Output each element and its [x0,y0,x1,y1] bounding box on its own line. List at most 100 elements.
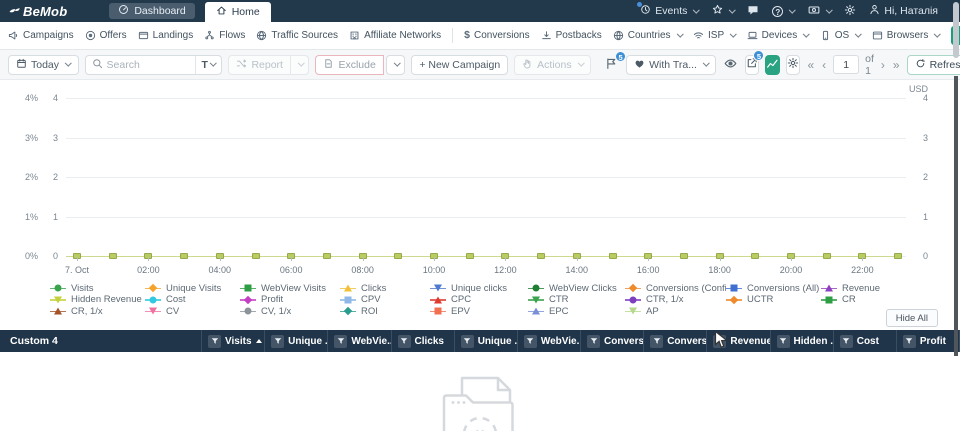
legend-marker [528,295,544,304]
table-settings-button[interactable] [786,55,800,75]
page-input[interactable] [833,55,859,74]
legend-item-ctr[interactable]: CTR [528,295,625,306]
legend-item-conversions-all[interactable]: Conversions (All) [726,283,821,294]
favorites-menu[interactable] [712,4,735,18]
legend-item-webview-clicks[interactable]: WebView Clicks [528,283,625,294]
nav-item-isp[interactable]: ISP [693,30,736,41]
filter-icon[interactable] [587,335,600,348]
prev-page-button[interactable]: ‹ [821,59,827,71]
nav-item-os[interactable]: OS [820,30,861,41]
nav-item-traffic-sources[interactable]: Traffic Sources [256,30,338,41]
filter-icon[interactable] [903,335,916,348]
search-type-dropdown[interactable]: T [195,56,222,74]
legend-item-cv-1-x[interactable]: CV, 1/x [240,306,340,317]
columns-preset-dropdown[interactable]: With Tra... [626,55,716,75]
nav-item-affiliate-networks[interactable]: Affiliate Networks [349,30,441,41]
first-page-button[interactable]: « [806,59,815,71]
nav-item-flows[interactable]: Flows [204,30,245,41]
legend-item-cpc[interactable]: CPC [430,295,528,306]
nav-item-campaigns[interactable]: Campaigns [8,30,74,41]
filter-icon[interactable] [524,335,537,348]
nav-item-countries[interactable]: Countries [613,30,682,41]
legend-item-conversions-confirmed[interactable]: Conversions (Confirmed) [625,283,726,294]
tab-home[interactable]: Home [205,2,271,22]
legend-item-ctr-1-x[interactable]: CTR, 1/x [625,295,726,306]
user-menu[interactable]: Hi, Наталія [869,4,938,18]
nav-item-landings[interactable]: Landings [138,30,194,41]
new-campaign-button[interactable]: + New Campaign [411,55,508,75]
filter-icon[interactable] [840,335,853,348]
table-group-header[interactable]: Custom 4 [0,330,202,352]
column-header-visits-0[interactable]: Visits [202,330,265,352]
legend-item-uctr[interactable]: UCTR [726,295,821,306]
column-header-unique-4[interactable]: Unique ... [455,330,518,352]
column-header-convers-7[interactable]: Convers... [644,330,707,352]
legend-item-ap[interactable]: AP [625,306,726,317]
last-page-button[interactable]: » [892,59,901,71]
tab-dashboard[interactable]: Dashboard [109,3,194,19]
share-button[interactable]: 5 [745,55,759,75]
date-range-button[interactable]: Today [8,55,79,75]
next-page-button[interactable]: › [880,59,886,71]
column-header-unique-1[interactable]: Unique ... [265,330,328,352]
actions-button[interactable]: Actions [514,55,591,75]
nav-item-browsers[interactable]: Browsers [872,30,940,41]
legend-item-clicks[interactable]: Clicks [340,283,430,294]
hide-all-button[interactable]: Hide All [886,309,938,327]
filter-icon[interactable] [398,335,411,348]
legend-item-profit[interactable]: Profit [240,295,340,306]
x-axis-label: 22:00 [840,265,884,275]
series-marker [109,253,117,259]
refresh-button[interactable]: Refresh [907,55,960,75]
column-header-webvie-2[interactable]: WebVie... [328,330,391,352]
filter-icon[interactable] [461,335,474,348]
billing-menu[interactable] [808,4,832,19]
left-axis-percent-label: 3% [8,133,38,143]
column-header-cost-10[interactable]: Cost [834,330,897,352]
legend-item-cv[interactable]: CV [145,306,240,317]
legend-item-unique-visits[interactable]: Unique Visits [145,283,240,294]
search-input[interactable] [103,59,195,71]
postbacks-icon [541,30,552,41]
legend-item-cpv[interactable]: CPV [340,295,430,306]
filter-icon[interactable] [334,335,347,348]
legend-marker [821,284,837,293]
filter-icon[interactable] [650,335,663,348]
exclude-dropdown[interactable] [386,55,406,75]
help-menu[interactable]: ? [772,6,795,17]
chart-toggle-button[interactable] [765,55,780,75]
legend-item-epv[interactable]: EPV [430,306,528,317]
scrollbar-thumb[interactable] [953,2,959,58]
legend-item-webview-visits[interactable]: WebView Visits [240,283,340,294]
column-header-profit-11[interactable]: Profit [897,330,960,352]
filter-icon[interactable] [777,335,790,348]
chat-button[interactable] [747,4,759,19]
legend-item-visits[interactable]: Visits [50,283,145,294]
column-header-webvie-5[interactable]: WebVie... [518,330,581,352]
nav-item-offers[interactable]: Offers [85,30,127,41]
nav-item-postbacks[interactable]: Postbacks [541,30,602,41]
report-button[interactable]: Report [228,55,291,75]
column-header-hidden-9[interactable]: Hidden ... [771,330,834,352]
column-header-convers-6[interactable]: Convers... [581,330,644,352]
flag-filter-button[interactable]: 5 [603,57,620,73]
legend-item-roi[interactable]: ROI [340,306,430,317]
exclude-button[interactable]: Exclude [315,55,383,75]
filter-icon[interactable] [271,335,284,348]
settings-button[interactable] [844,4,856,19]
nav-item-devices[interactable]: Devices [747,30,809,41]
events-menu[interactable]: Events [640,4,699,18]
column-header-clicks-3[interactable]: Clicks [392,330,455,352]
report-dropdown[interactable] [291,55,310,75]
legend-item-epc[interactable]: EPC [528,306,625,317]
visibility-button[interactable] [722,57,739,73]
legend-item-cr[interactable]: CR [821,295,901,306]
legend-item-cost[interactable]: Cost [145,295,240,306]
legend-item-revenue[interactable]: Revenue [821,283,901,294]
scrollbar-track[interactable] [954,76,958,356]
nav-item-conversions[interactable]: $Conversions [464,30,529,41]
filter-icon[interactable] [208,335,221,348]
legend-item-cr-1-x[interactable]: CR, 1/x [50,306,145,317]
legend-item-unique-clicks[interactable]: Unique clicks [430,283,528,294]
legend-item-hidden-revenue[interactable]: Hidden Revenue [50,295,145,306]
